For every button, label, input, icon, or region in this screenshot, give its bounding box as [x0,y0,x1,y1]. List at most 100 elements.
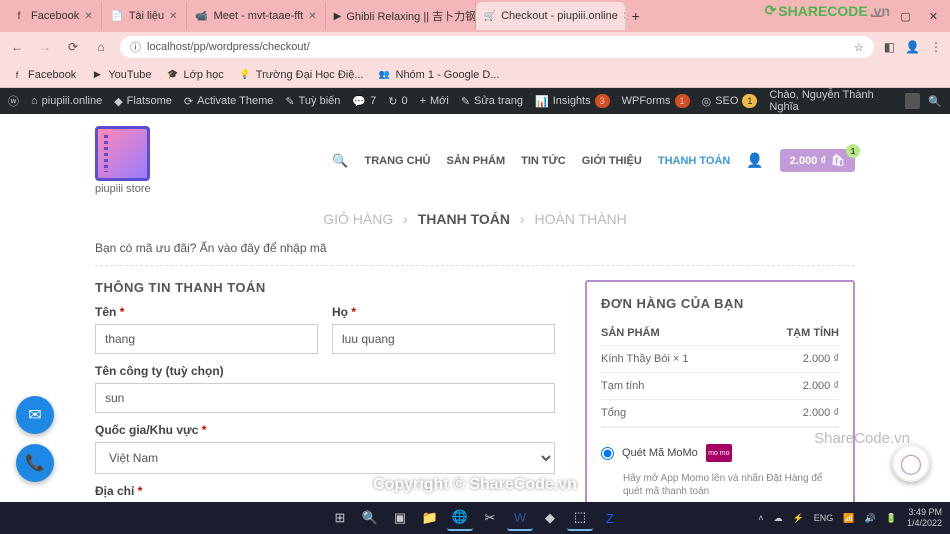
first-name-label: Tên * [95,305,318,319]
browser-tab[interactable]: 🛒Checkout - piupiii.online✕ [476,2,626,30]
site-info-icon[interactable]: ⓘ [130,39,141,55]
browser-tab[interactable]: 📹Meet - mvt-taae-fft✕ [187,2,326,30]
cart-button[interactable]: 2.000 ₫ 🛍 1 [780,149,855,172]
billing-form: THÔNG TIN THANH TOÁN Tên * Họ * Tên công… [95,280,555,502]
nav-about[interactable]: GIỚI THIỆU [582,155,642,167]
company-input[interactable] [95,383,555,413]
taskbar-snip-icon[interactable]: ✂ [477,505,503,531]
taskbar-app-icon[interactable]: ◆ [537,505,563,531]
order-row: Tổng2.000 ₫ [601,400,839,428]
profile-icon[interactable]: 👤 [905,40,920,54]
tray-battery-icon[interactable]: 🔋 [886,513,897,524]
extension-icon[interactable]: ◧ [884,40,895,54]
account-icon[interactable]: 👤 [746,152,763,169]
bookmarks-bar: fFacebook ▶YouTube 🎓Lớp học 💡Trường Đại Học… [0,62,950,88]
forward-button[interactable]: → [36,40,54,54]
float-phone-button[interactable]: 📞 [16,444,54,482]
wp-avatar[interactable] [905,93,920,109]
taskbar-chrome-icon[interactable]: 🌐 [447,505,473,531]
country-label: Quốc gia/Khu vực * [95,423,555,437]
nav-home[interactable]: TRANG CHỦ [364,155,430,167]
payment-methods: Quét Mã MoMomo moHãy mở App Momo lên và … [601,438,839,502]
bookmark-item[interactable]: 💡Trường Đại Học Điệ... [238,68,364,82]
tray-wifi-icon[interactable]: 📶 [843,513,854,524]
checkout-steps: GIỎ HÀNG › THANH TOÁN › HOÀN THÀNH [95,201,855,241]
bookmark-item[interactable]: ▶YouTube [90,68,151,82]
coupon-link[interactable]: Ấn vào đây để nhập mã [200,241,327,255]
step-cart[interactable]: GIỎ HÀNG [323,211,393,227]
tray-bolt-icon[interactable]: ⚡ [793,513,804,524]
step-checkout: THANH TOÁN [418,211,510,227]
site-logo[interactable] [95,126,150,181]
site-header: piupiii store 🔍 TRANG CHỦ SẢN PHẨM TIN T… [95,120,855,201]
browser-tab[interactable]: 📄Tài liệu✕ [102,2,187,30]
tray-onedrive-icon[interactable]: ☁ [774,513,783,524]
url-input[interactable]: ⓘ localhost/pp/wordpress/checkout/ ☆ [120,36,874,58]
browser-tab[interactable]: fFacebook✕ [4,2,102,30]
tray-language[interactable]: ENG [814,513,834,523]
taskbar-zalo-icon[interactable]: Z [597,505,623,531]
wp-new[interactable]: + Mới [420,95,449,107]
browser-tab[interactable]: ▶Ghibli Relaxing || 吉卜力钢琴✕ [326,2,476,30]
bookmark-star-icon[interactable]: ☆ [854,41,864,54]
taskbar-vscode-icon[interactable]: ⬚ [567,505,593,531]
store-name: piupiii store [95,183,151,195]
tray-volume-icon[interactable]: 🔊 [865,513,876,524]
nav-checkout[interactable]: THANH TOÁN [658,155,731,167]
wp-site[interactable]: ⌂ piupiii.online [31,95,102,107]
wp-seo[interactable]: ◎ SEO 1 [702,94,758,108]
wp-comments[interactable]: 💬 7 [352,95,376,108]
tab-close-icon[interactable]: ✕ [308,11,316,22]
tab-close-icon[interactable]: ✕ [169,11,177,22]
tray-chevron-icon[interactable]: ˄ [758,513,763,523]
wp-greeting[interactable]: Chào, Nguyễn Thành Nghĩa [769,89,897,113]
taskbar-word-icon[interactable]: W [507,505,533,531]
taskbar-start-icon[interactable]: ⊞ [327,505,353,531]
search-icon[interactable]: 🔍 [332,153,348,169]
tray-clock[interactable]: 3:49 PM 1/4/2022 [907,507,942,529]
home-button[interactable]: ⌂ [92,40,110,54]
first-name-input[interactable] [95,324,318,354]
close-window-button[interactable]: ✕ [929,10,938,23]
wp-logo-icon[interactable]: ⓦ [8,93,19,109]
last-name-input[interactable] [332,324,555,354]
nav-products[interactable]: SẢN PHẨM [446,155,505,167]
page-content: piupiii store 🔍 TRANG CHỦ SẢN PHẨM TIN T… [0,114,950,502]
bookmark-item[interactable]: 🎓Lớp học [166,68,224,82]
order-row: Kính Thầy Bói × 12.000 ₫ [601,346,839,373]
order-title: ĐƠN HÀNG CỦA BẠN [601,296,839,311]
order-col-product: SẢN PHẨM [601,327,660,339]
menu-icon[interactable]: ⋮ [930,40,942,54]
maximize-button[interactable]: ▢ [900,10,910,23]
float-message-button[interactable]: ✉ [16,396,54,434]
wp-insights[interactable]: 📊 Insights 3 [535,94,610,108]
wp-activate[interactable]: ⟳ Activate Theme [184,95,273,108]
bookmark-item[interactable]: fFacebook [10,68,76,82]
step-done: HOÀN THÀNH [534,211,626,227]
payment-option[interactable]: Quét Mã MoMomo mo [601,438,839,468]
wp-customize[interactable]: ✎ Tuỳ biến [285,95,340,108]
taskbar-explorer-icon[interactable]: 📁 [417,505,443,531]
watermark-logo: ⟳SHARECODE.vn [765,2,890,19]
tab-close-icon[interactable]: ✕ [84,11,92,22]
taskbar-taskview-icon[interactable]: ▣ [387,505,413,531]
wp-search-icon[interactable]: 🔍 [928,95,942,108]
wp-theme[interactable]: ◆ Flatsome [114,95,172,108]
new-tab-button[interactable]: + [626,8,646,24]
browser-address-bar: ← → ⟳ ⌂ ⓘ localhost/pp/wordpress/checkou… [0,32,950,62]
reload-button[interactable]: ⟳ [64,40,82,54]
country-select[interactable]: Việt Nam [95,442,555,474]
wp-forms[interactable]: WPForms 1 [622,94,690,108]
order-row: Tạm tính2.000 ₫ [601,373,839,400]
order-summary: ĐƠN HÀNG CỦA BẠN SẢN PHẨM TẠM TÍNH Kính … [585,280,855,502]
wp-edit[interactable]: ✎ Sửa trang [461,95,523,108]
wp-updates[interactable]: ↻ 0 [388,95,407,108]
float-chat-button[interactable]: ◯ [892,444,930,482]
taskbar-search-icon[interactable]: 🔍 [357,505,383,531]
last-name-label: Họ * [332,305,555,319]
payment-note: Hãy mở App Momo lên và nhấn Đặt Hàng để … [601,468,839,502]
nav-news[interactable]: TIN TỨC [521,155,566,167]
back-button[interactable]: ← [8,40,26,54]
bookmark-item[interactable]: 👥Nhóm 1 - Google D... [378,68,500,82]
watermark-copyright: Copyright © ShareCode.vn [373,476,577,494]
